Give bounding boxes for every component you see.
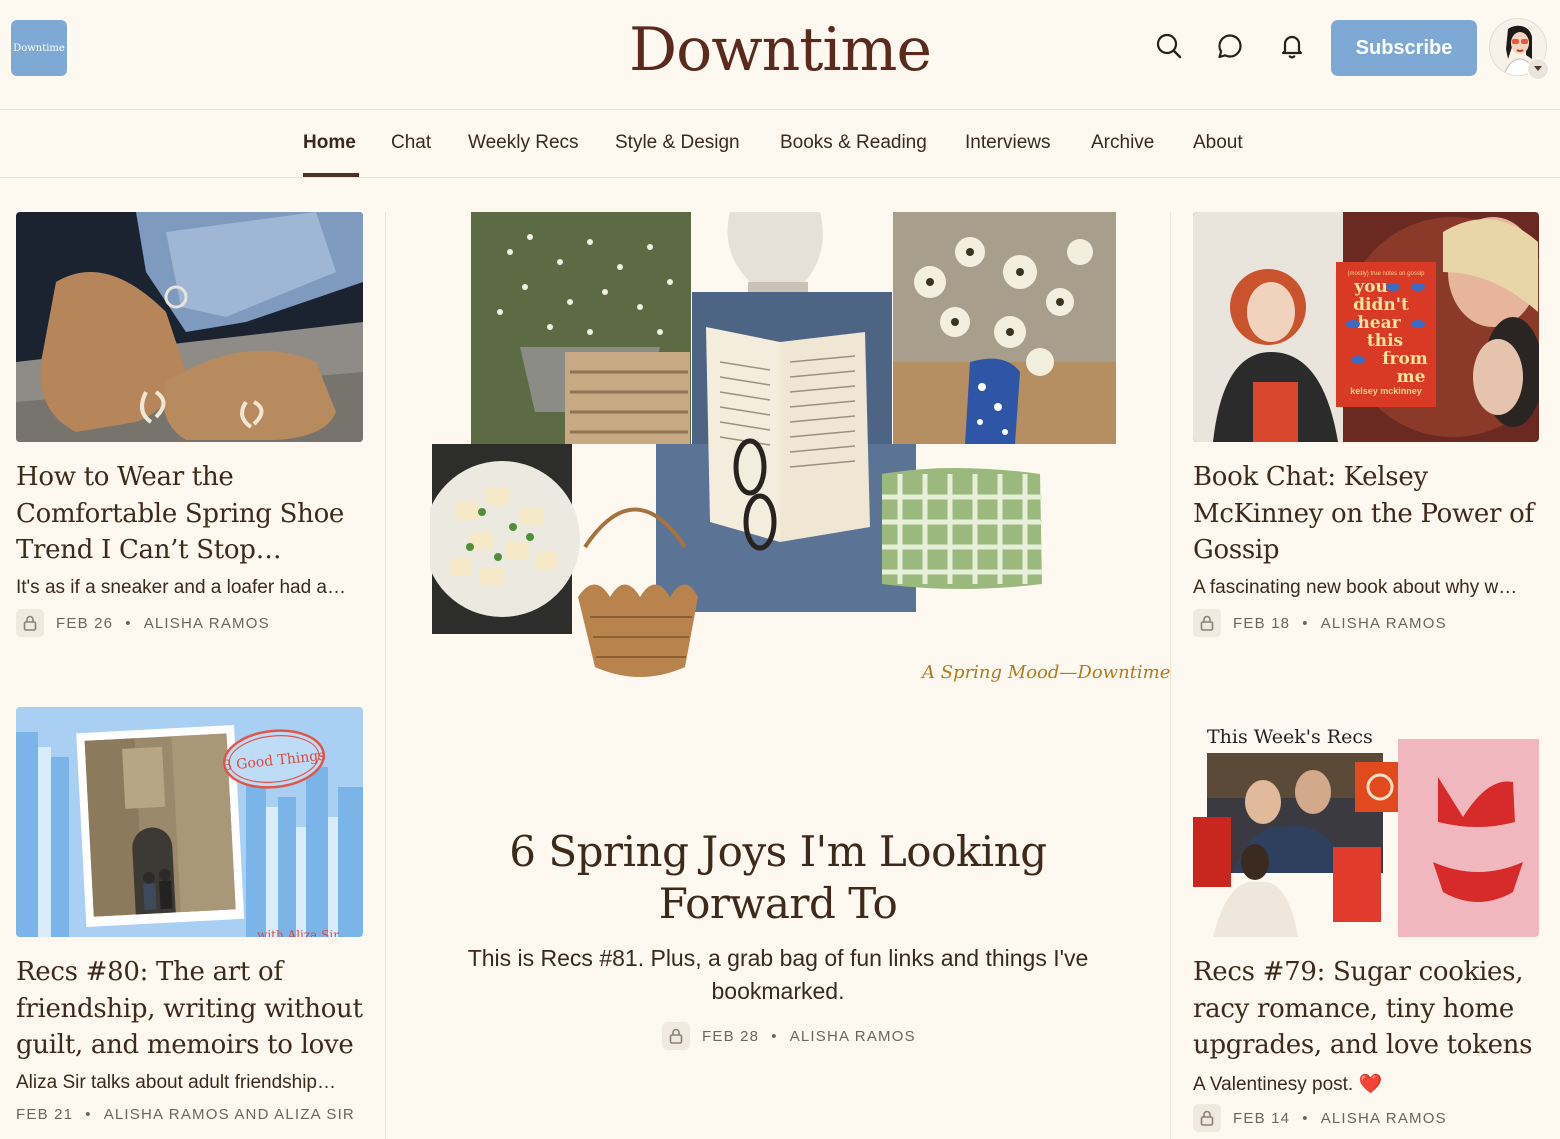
tab-interviews[interactable]: Interviews bbox=[965, 132, 1051, 154]
post-date: FEB 21 bbox=[16, 1106, 74, 1123]
post-subtitle: It's as if a sneaker and a loafer had a… bbox=[16, 577, 346, 598]
post-title[interactable]: Recs #80: The art of friendship, writing… bbox=[16, 954, 376, 1064]
recs-image-heading: This Week's Recs bbox=[1207, 726, 1373, 748]
post-subtitle: Aliza Sir talks about adult friendship… bbox=[16, 1072, 336, 1093]
hero-post-subtitle: This is Recs #81. Plus, a grab bag of fu… bbox=[467, 945, 1089, 1004]
post-subtitle: A Valentinesy post. ❤️ bbox=[1193, 1074, 1383, 1095]
hero-image-caption: A Spring Mood—Downtime bbox=[922, 662, 1171, 683]
post-thumbnail-good-things[interactable]: 3 Good Things with Aliza Sir bbox=[16, 707, 363, 937]
site-title[interactable]: Downtime bbox=[0, 14, 1560, 86]
active-tab-indicator bbox=[303, 173, 359, 177]
book-cover-word: this bbox=[1367, 331, 1403, 351]
tab-chat[interactable]: Chat bbox=[391, 132, 431, 154]
hero-post-title[interactable]: 6 Spring Joys I'm Looking Forward To bbox=[440, 826, 1116, 930]
post-author[interactable]: ALISHA RAMOS bbox=[1321, 615, 1447, 632]
post-meta: FEB 21 • ALISHA RAMOS AND ALIZA SIR bbox=[16, 1106, 355, 1123]
meta-separator: • bbox=[125, 614, 132, 632]
chevron-down-icon[interactable] bbox=[1527, 58, 1549, 80]
post-title[interactable]: How to Wear the Comfortable Spring Shoe … bbox=[16, 459, 371, 569]
post-meta: FEB 18 • ALISHA RAMOS bbox=[1193, 609, 1447, 637]
lock-icon bbox=[1193, 1104, 1221, 1132]
book-cover-word: from bbox=[1382, 349, 1428, 369]
post-meta: FEB 28 • ALISHA RAMOS bbox=[662, 1022, 916, 1050]
post-thumbnail-book-chat[interactable]: (mostly) true notes on gossip you didn't… bbox=[1193, 212, 1539, 442]
lock-icon bbox=[16, 609, 44, 637]
post-title[interactable]: Book Chat: Kelsey McKinney on the Power … bbox=[1193, 459, 1553, 569]
chat-bubble-icon[interactable] bbox=[1214, 30, 1246, 62]
book-cover-word: didn't bbox=[1353, 295, 1409, 315]
search-icon[interactable] bbox=[1153, 30, 1185, 62]
book-cover-word: hear bbox=[1357, 313, 1401, 333]
post-subtitle: A fascinating new book about why w… bbox=[1193, 577, 1518, 598]
meta-separator: • bbox=[85, 1106, 92, 1123]
post-meta: FEB 26 • ALISHA RAMOS bbox=[16, 609, 270, 637]
post-thumbnail-weekly-recs[interactable]: This Week's Recs bbox=[1193, 707, 1539, 937]
lock-icon bbox=[662, 1022, 690, 1050]
book-cover-author: kelsey mckinney bbox=[1350, 386, 1422, 396]
post-date: FEB 28 bbox=[702, 1027, 760, 1045]
post-author[interactable]: ALISHA RAMOS bbox=[144, 615, 270, 632]
meta-separator: • bbox=[1302, 1109, 1309, 1127]
tab-style-design[interactable]: Style & Design bbox=[615, 132, 740, 154]
book-cover-word: you bbox=[1353, 277, 1388, 297]
post-date: FEB 26 bbox=[56, 614, 114, 632]
post-thumbnail-shoes[interactable] bbox=[16, 212, 363, 442]
post-author[interactable]: ALISHA RAMOS bbox=[790, 1028, 916, 1045]
book-cover-word: me bbox=[1397, 367, 1426, 387]
subscribe-button[interactable]: Subscribe bbox=[1331, 20, 1477, 76]
lock-icon bbox=[1193, 609, 1221, 637]
tab-archive[interactable]: Archive bbox=[1091, 132, 1154, 154]
post-date: FEB 18 bbox=[1233, 614, 1291, 632]
meta-separator: • bbox=[1302, 614, 1309, 632]
tab-about[interactable]: About bbox=[1193, 132, 1243, 154]
top-bar: Downtime Downtime Subscribe bbox=[0, 0, 1560, 110]
hero-collage-image[interactable] bbox=[430, 212, 1130, 692]
post-author[interactable]: ALISHA RAMOS AND ALIZA SIR bbox=[104, 1106, 355, 1123]
post-date: FEB 14 bbox=[1233, 1109, 1291, 1127]
bell-icon[interactable] bbox=[1276, 30, 1308, 62]
post-title[interactable]: Recs #79: Sugar cookies, racy romance, t… bbox=[1193, 954, 1553, 1064]
meta-separator: • bbox=[771, 1027, 778, 1045]
column-divider bbox=[385, 212, 386, 1139]
tab-books-reading[interactable]: Books & Reading bbox=[780, 132, 927, 154]
tab-home[interactable]: Home bbox=[303, 132, 356, 154]
post-meta: FEB 14 • ALISHA RAMOS bbox=[1193, 1104, 1447, 1132]
good-things-byline: with Aliza Sir bbox=[257, 928, 339, 937]
section-nav: Home Chat Weekly Recs Style & Design Boo… bbox=[0, 110, 1560, 178]
tab-weekly-recs[interactable]: Weekly Recs bbox=[468, 132, 579, 154]
post-author[interactable]: ALISHA RAMOS bbox=[1321, 1110, 1447, 1127]
